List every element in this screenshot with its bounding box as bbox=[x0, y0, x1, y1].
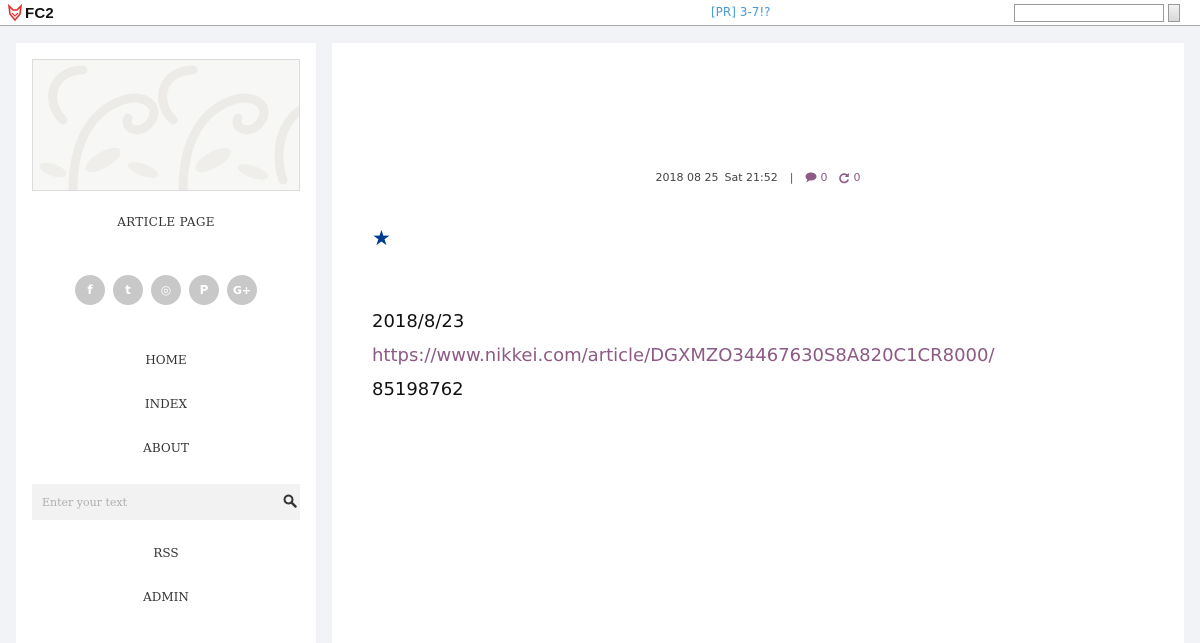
comment-icon bbox=[805, 172, 817, 183]
social-links: f t ◎ P G+ bbox=[16, 275, 316, 305]
meta-separator: | bbox=[789, 171, 794, 184]
fc2-search-button[interactable] bbox=[1168, 4, 1180, 22]
article-date-line: 2018/8/23 bbox=[372, 311, 465, 332]
article-meta: 2018 08 25 Sat 21:52 | 0 0 bbox=[332, 171, 1184, 184]
damask-pattern bbox=[39, 65, 299, 190]
nav-admin[interactable]: ADMIN bbox=[16, 590, 316, 604]
pr-ad-link[interactable]: [PR] 3-7!? bbox=[711, 5, 771, 19]
nikkei-article-link[interactable]: https://www.nikkei.com/article/DGXMZO344… bbox=[372, 345, 995, 366]
header-image[interactable] bbox=[32, 59, 300, 191]
refresh-icon bbox=[839, 172, 850, 183]
twitter-icon[interactable]: t bbox=[113, 275, 143, 305]
instagram-icon[interactable]: ◎ bbox=[151, 275, 181, 305]
search-icon[interactable] bbox=[283, 494, 297, 508]
sidebar-search-input[interactable] bbox=[32, 484, 272, 520]
fc2-fox-icon bbox=[7, 4, 23, 22]
fc2-brand-text: FC2 bbox=[25, 4, 54, 22]
nav-about[interactable]: ABOUT bbox=[16, 441, 316, 455]
comment-count: 0 bbox=[820, 171, 828, 184]
facebook-icon[interactable]: f bbox=[75, 275, 105, 305]
comment-count-link[interactable]: 0 bbox=[805, 171, 827, 184]
trackback-count-link[interactable]: 0 bbox=[838, 171, 860, 184]
article-number: 85198762 bbox=[372, 379, 464, 400]
star-icon: ★ bbox=[372, 226, 391, 250]
article-main: 2018 08 25 Sat 21:52 | 0 0 ★ 2018/8/23 ht… bbox=[332, 43, 1184, 643]
sidebar: ARTICLE PAGE f t ◎ P G+ HOME INDEX ABOUT… bbox=[16, 43, 316, 643]
blog-title[interactable]: ARTICLE PAGE bbox=[16, 215, 316, 229]
post-day-time: Sat 21:52 bbox=[724, 171, 778, 184]
fc2-header-bar: FC2 [PR] 3-7!? bbox=[0, 0, 1200, 26]
post-date: 2018 08 25 Sat 21:52 bbox=[656, 171, 778, 184]
google-plus-icon[interactable]: G+ bbox=[227, 275, 257, 305]
nav-home[interactable]: HOME bbox=[16, 353, 316, 367]
article-link-line: https://www.nikkei.com/article/DGXMZO344… bbox=[372, 345, 995, 366]
nav-rss[interactable]: RSS bbox=[16, 546, 316, 560]
post-date-value: 2018 08 25 bbox=[655, 171, 719, 184]
trackback-count: 0 bbox=[853, 171, 861, 184]
fc2-search-input[interactable] bbox=[1014, 4, 1164, 22]
fc2-logo[interactable]: FC2 bbox=[7, 4, 54, 22]
pinterest-icon[interactable]: P bbox=[189, 275, 219, 305]
nav-index[interactable]: INDEX bbox=[16, 397, 316, 411]
sidebar-search bbox=[32, 484, 300, 520]
